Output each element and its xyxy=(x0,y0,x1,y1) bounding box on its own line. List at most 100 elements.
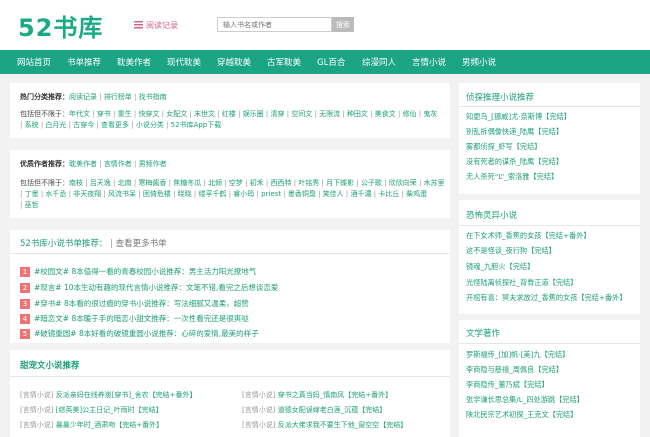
literature-item[interactable]: 陕北民宗艺术初探_王克文【完结】 xyxy=(466,410,577,420)
link-bl-authors[interactable]: 耽美作者 xyxy=(69,160,97,168)
nav-item-home[interactable]: 网站首页 xyxy=(17,56,51,68)
literature-item[interactable]: 李商隐传_董乃斌【完结】 xyxy=(466,380,549,390)
author-link[interactable]: priest xyxy=(261,190,281,198)
booklist-item[interactable]: 4 #暗恋文# 8本暖于手的暗恋小甜文推荐：一次性看完还是很爽哒 xyxy=(20,313,249,324)
tag-link[interactable]: 快穿文 xyxy=(138,110,159,118)
author-link[interactable]: 空梦 xyxy=(229,179,243,187)
tag-link[interactable]: 末世文 xyxy=(194,110,215,118)
tag-link[interactable]: 无限流 xyxy=(319,110,340,118)
main-nav: 网站首页 书单推荐 耽美作者 现代耽美 穿越耽美 古军耽美 GL百合 综漫同人 … xyxy=(0,50,650,74)
nav-item-booklist[interactable]: 书单推荐 xyxy=(67,56,101,68)
tag-link[interactable]: 系统 xyxy=(25,121,39,129)
tag-link[interactable]: 年代文 xyxy=(69,110,90,118)
detective-item[interactable]: 雾都侦探_虾写【完结】 xyxy=(466,142,541,152)
author-link[interactable]: 困倚危楼 xyxy=(143,190,171,198)
author-link[interactable]: 晓晓 xyxy=(178,190,192,198)
author-link[interactable]: 缕孚千鹤 xyxy=(198,190,226,198)
divider xyxy=(459,225,640,226)
sweet-item[interactable]: [言情小说] 穿书之真当妈_慎南风【完结+番外】 xyxy=(242,390,450,401)
horror-item[interactable]: 这不是怪谈_夜行狗【完结】 xyxy=(466,246,556,256)
booklist-item[interactable]: 5 #破镜重圆# 8本好看的破镜重圆小说推荐：心碎的爱情,最美的样子 xyxy=(20,328,259,339)
booklist-item[interactable]: 3 #穿书# 8本看的很过瘾的穿书小说推荐：写法细腻又温柔，超赞 xyxy=(20,298,249,309)
tag-link[interactable]: 重生 xyxy=(118,110,132,118)
literature-item[interactable]: 张学谦长思总集/L_四处游跳【完结】 xyxy=(466,395,584,405)
tag-link[interactable]: 空间文 xyxy=(291,110,312,118)
nav-item-male[interactable]: 男频小说 xyxy=(462,56,496,68)
tag-link[interactable]: 查看更多 xyxy=(101,121,129,129)
tag-link[interactable]: 修仙 xyxy=(403,110,417,118)
nav-item-ancient[interactable]: 古军耽美 xyxy=(267,56,301,68)
author-link[interactable]: 丁墨 xyxy=(25,190,39,198)
sweet-section-title: 甜宠文小说推荐 xyxy=(20,361,80,371)
booklist-item[interactable]: 1 #校园文# 8本值得一看的青春校园小说推荐：男主活力阳光撩地气 xyxy=(20,266,256,277)
horror-item[interactable]: 开棺有喜：冥夫求放过_香蕉的女孩【完结+番外】 xyxy=(466,293,627,303)
detective-item[interactable]: 没有死者的谋杀_陆鹰【完结】 xyxy=(466,157,563,167)
detective-item[interactable]: 知更鸟_[挪威]尤·奈斯博【完结】 xyxy=(466,112,571,122)
author-link[interactable]: 非天夜翔 xyxy=(73,190,101,198)
tag-link[interactable]: 穿书 xyxy=(97,110,111,118)
author-link[interactable]: 睿小筠 xyxy=(233,190,254,198)
detective-item[interactable]: 无人杀死“L”_索洛雅【完结】 xyxy=(466,172,558,182)
nav-item-authors[interactable]: 耽美作者 xyxy=(117,56,151,68)
tag-link[interactable]: 种田文 xyxy=(347,110,368,118)
author-link[interactable]: 卡比丘 xyxy=(378,190,399,198)
tag-link[interactable]: 清穿 xyxy=(271,110,285,118)
link-male-authors[interactable]: 男频作者 xyxy=(139,160,167,168)
link-romance-authors[interactable]: 言情作者 xyxy=(104,160,132,168)
nav-item-fanfic[interactable]: 综漫同人 xyxy=(362,56,396,68)
search-input[interactable] xyxy=(217,17,332,32)
author-link[interactable]: 欣欣向荣 xyxy=(389,179,417,187)
link-find-guide[interactable]: 找书指南 xyxy=(139,93,167,101)
tag-link[interactable]: 美食文 xyxy=(375,110,396,118)
nav-item-gl[interactable]: GL百合 xyxy=(317,56,345,68)
nav-item-timetravel[interactable]: 穿越耽美 xyxy=(217,56,251,68)
author-link[interactable]: 风流书呆 xyxy=(108,190,136,198)
author-link[interactable]: 酒千濃 xyxy=(351,190,372,198)
author-link[interactable]: 南枝 xyxy=(69,179,83,187)
sweet-item[interactable]: [言情小说] 反派亲妈在线养崽[穿书]_舍农【完结+番外】 xyxy=(20,390,240,401)
tag-link[interactable]: 古穿今 xyxy=(73,121,94,129)
author-link[interactable]: 笑佳人 xyxy=(323,190,344,198)
author-link[interactable]: 北南 xyxy=(118,179,132,187)
search-button[interactable]: 搜索 xyxy=(332,17,354,32)
horror-item[interactable]: 在下女术师_香蕉的女孩【完结+番外】 xyxy=(466,231,591,241)
sweet-item[interactable]: [言情小说] 道德女配误嫁老白莲_沉蕴【完结】 xyxy=(242,405,450,416)
sweet-item[interactable]: [言情小说] [综英美]公主日记_叶雨时【完结】 xyxy=(20,405,240,416)
tag-link[interactable]: 娱乐圈 xyxy=(243,110,264,118)
link-rankings[interactable]: 排行榜单 xyxy=(104,93,132,101)
author-link[interactable]: 北倾 xyxy=(208,179,222,187)
author-link[interactable]: 初禾 xyxy=(250,179,264,187)
link-reading-history[interactable]: 阅读记录 xyxy=(69,93,97,101)
tag-link[interactable]: 白月光 xyxy=(45,121,66,129)
reading-history-link[interactable]: 阅读记录 xyxy=(134,20,178,31)
author-link[interactable]: 叶铭秀 xyxy=(298,179,319,187)
author-link[interactable]: 墨香铜臭 xyxy=(288,190,316,198)
more-booklists-link[interactable]: 查看更多书单 xyxy=(116,239,167,249)
site-logo[interactable]: 52书库 xyxy=(18,8,103,43)
literature-item[interactable]: 罗斯福传_[加]帆·[美]九【完结】 xyxy=(466,350,569,360)
horror-item[interactable]: 光怪陆离侦探社_背脊正道【完结】 xyxy=(466,278,577,288)
author-link[interactable]: 吕天逸 xyxy=(90,179,111,187)
horror-item[interactable]: 镜魂_九胆火【完结】 xyxy=(466,262,534,272)
literature-item[interactable]: 李商隐与慈禧_周佩良【完结】 xyxy=(466,365,563,375)
author-link[interactable]: 寒梅酱香 xyxy=(138,179,166,187)
author-link[interactable]: 水千丞 xyxy=(45,190,66,198)
author-link[interactable]: 西西特 xyxy=(271,179,292,187)
tag-link[interactable]: 红楼 xyxy=(222,110,236,118)
detective-item[interactable]: 别乱拆偶像快递_陆鹰【完结】 xyxy=(466,127,563,137)
sweet-item[interactable]: [言情小说] 反派大佬求我不要生下他_窗空空【完结】 xyxy=(242,420,450,431)
booklist-item[interactable]: 2 #现言# 10本生动有趣的现代言情小说推荐：文笔不错,看完之后想谈恋爱 xyxy=(20,282,278,293)
author-link[interactable]: 木苏里 xyxy=(424,179,445,187)
author-link[interactable]: 焦糖冬瓜 xyxy=(173,179,201,187)
author-link[interactable]: 月下蝶影 xyxy=(326,179,354,187)
author-link[interactable]: 公子歌 xyxy=(361,179,382,187)
tag-link[interactable]: 鬼灰 xyxy=(423,110,437,118)
tag-link[interactable]: 女配文 xyxy=(166,110,187,118)
author-link[interactable]: 柴鸡蛋 xyxy=(406,190,427,198)
sweet-item[interactable]: [言情小说] 暴暴少年时_酒肃吻【完结+番外】 xyxy=(20,420,240,431)
app-download-link[interactable]: 52书库App下载 xyxy=(171,121,222,129)
author-link[interactable]: 巫哲 xyxy=(25,201,39,209)
nav-item-modern[interactable]: 现代耽美 xyxy=(167,56,201,68)
nav-item-romance[interactable]: 言情小说 xyxy=(412,56,446,68)
tag-link[interactable]: 小说分类 xyxy=(136,121,164,129)
